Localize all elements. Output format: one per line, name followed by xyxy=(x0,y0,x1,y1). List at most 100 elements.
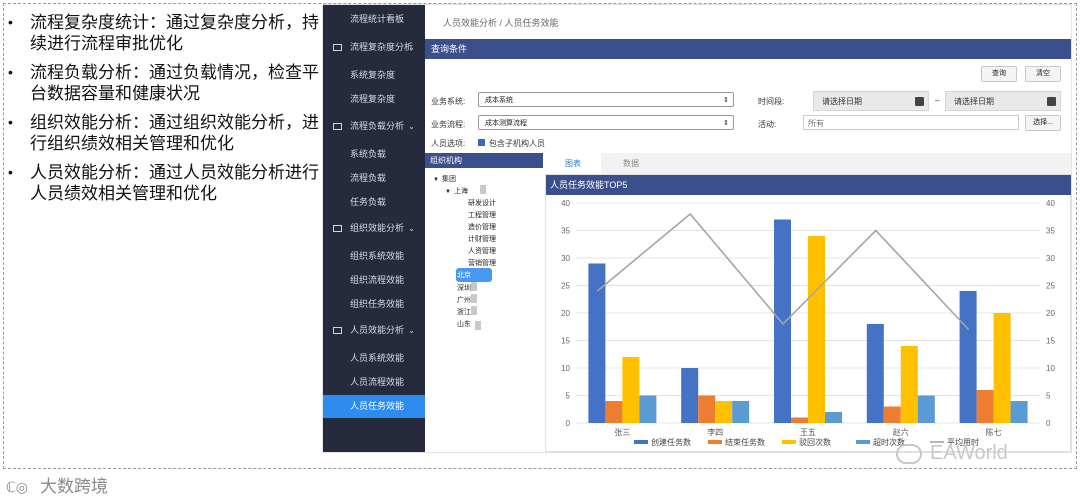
bar-创建任务数 xyxy=(959,291,977,423)
logo-icon: ℂ◎ xyxy=(6,479,28,495)
calendar-icon xyxy=(1047,97,1056,106)
include-sub-checkbox[interactable] xyxy=(478,139,485,146)
bullet-list: • 流程复杂度统计：通过复杂度分析，持续进行流程审批优化 • 流程负载分析：通过负载… xyxy=(8,12,326,212)
menu-grid-icon xyxy=(333,44,342,52)
tree-node-branch[interactable]: 浙江 xyxy=(457,307,471,317)
chart-panel: 人员任务效能TOP5 0 0 5 5 10 10 15 15 20 20 25 25 30 30 35 35 4… xyxy=(545,174,1071,452)
date-separator: – xyxy=(935,96,940,105)
date-start-input[interactable]: 请选择日期 xyxy=(813,91,929,111)
caret-down-icon: ▼ xyxy=(433,177,439,183)
bar-驳回次数 xyxy=(715,401,733,423)
system-select[interactable]: 成本系统 ⇕ xyxy=(478,92,734,107)
sidebar-group-load[interactable]: 流程负载分析 ⌄ xyxy=(323,115,425,138)
bullet-item: • 流程复杂度统计：通过复杂度分析，持续进行流程审批优化 xyxy=(8,12,326,54)
system-label: 业务系统: xyxy=(431,97,466,106)
tree-node-dept[interactable]: 计财管理 xyxy=(468,234,496,244)
app-window: 流程统计看板 流程复杂度分析 ⌄ 系统复杂度 流程复杂度 流程负载分析 ⌄ 系统负载… xyxy=(323,5,1071,452)
y-tick-label: 10 xyxy=(561,364,570,373)
sidebar-item-dashboard[interactable]: 流程统计看板 xyxy=(323,8,425,31)
sidebar-group-complexity[interactable]: 流程复杂度分析 ⌄ xyxy=(323,36,425,59)
sidebar-item[interactable]: 系统负载 xyxy=(323,143,425,166)
y-tick-label: 35 xyxy=(561,227,570,236)
search-button[interactable]: 查询 xyxy=(981,66,1017,82)
time-label: 时间段: xyxy=(758,97,785,106)
sidebar-group-person[interactable]: 人员效能分析 ⌄ xyxy=(323,319,425,342)
query-header: 查询条件 xyxy=(425,39,1071,59)
activity-input[interactable]: 所有 xyxy=(803,115,1019,130)
sidebar-item[interactable]: 组织系统效能 xyxy=(323,245,425,268)
bullet-text: 流程复杂度统计：通过复杂度分析，持续进行流程审批优化 xyxy=(30,13,319,53)
person-option-label: 人员选项: xyxy=(431,139,466,148)
tree-node-dept[interactable]: 工程管理 xyxy=(468,210,496,220)
sidebar-item[interactable]: 流程复杂度 xyxy=(323,88,425,111)
sidebar-group-org[interactable]: 组织效能分析 ⌄ xyxy=(323,217,425,240)
bar-chart: 0 0 5 5 10 10 15 15 20 20 25 25 30 30 35 35 40 40 张三 李四 王五 赵六… xyxy=(561,199,1055,447)
flow-select[interactable]: 成本测算流程 ⇕ xyxy=(478,115,734,130)
sidebar: 流程统计看板 流程复杂度分析 ⌄ 系统复杂度 流程复杂度 流程负载分析 ⌄ 系统负载… xyxy=(323,5,425,452)
y-tick-label: 20 xyxy=(561,309,570,318)
blurred-text xyxy=(471,294,477,303)
sidebar-item[interactable]: 组织任务效能 xyxy=(323,293,425,316)
legend-label: 结束任务数 xyxy=(725,437,765,447)
tree-node-dept[interactable]: 造价管理 xyxy=(468,222,496,232)
view-tabs: 图表 数据 xyxy=(545,153,1071,176)
bullet-text: 人员效能分析：通过人员效能分析进行人员绩效相关管理和优化 xyxy=(30,163,319,203)
bar-结束任务数 xyxy=(976,390,994,423)
y-tick-label: 25 xyxy=(561,282,570,291)
tree-node-branch[interactable]: 深圳 xyxy=(457,283,471,293)
legend-swatch xyxy=(782,440,796,444)
tree-node-branch[interactable]: 山东 xyxy=(457,319,471,329)
x-tick-label: 张三 xyxy=(614,428,630,437)
tree-node-selected[interactable]: 北京 xyxy=(457,270,471,280)
tree-node-dept[interactable]: 研发设计 xyxy=(468,198,496,208)
bullet-item: • 组织效能分析：通过组织效能分析，进行组织绩效相关管理和优化 xyxy=(8,112,326,154)
y-tick-label-right: 25 xyxy=(1046,282,1055,291)
bullet-item: • 流程负载分析：通过负载情况，检查平台数据容量和健康状况 xyxy=(8,62,326,104)
flow-label: 业务流程: xyxy=(431,120,466,129)
bar-结束任务数 xyxy=(698,395,716,423)
bar-结束任务数 xyxy=(883,406,901,423)
y-tick-label-right: 0 xyxy=(1046,419,1051,428)
bar-创建任务数 xyxy=(681,368,699,423)
sidebar-item-active[interactable]: 人员任务效能 xyxy=(323,395,425,418)
tree-node-root[interactable]: ▼ 集团 xyxy=(433,174,456,184)
bar-驳回次数 xyxy=(622,357,640,423)
sidebar-item[interactable]: 系统复杂度 xyxy=(323,64,425,87)
tree-node-branch[interactable]: 广州 xyxy=(457,295,471,305)
date-end-input[interactable]: 请选择日期 xyxy=(945,91,1061,111)
bullet-item: • 人员效能分析：通过人员效能分析进行人员绩效相关管理和优化 xyxy=(8,162,326,204)
bar-超时次数 xyxy=(825,412,842,423)
blurred-text xyxy=(471,306,477,315)
tree-header: 组织机构 xyxy=(425,153,543,168)
tree-node-dept[interactable]: 人资管理 xyxy=(468,246,496,256)
sidebar-item[interactable]: 任务负载 xyxy=(323,191,425,214)
bar-超时次数 xyxy=(639,395,657,423)
breadcrumb: 人员效能分析 / 人员任务效能 xyxy=(443,18,559,28)
tree-node-dept[interactable]: 营销管理 xyxy=(468,258,496,268)
footer-logo: ℂ◎ 大数跨境 xyxy=(6,477,108,496)
select-activity-button[interactable]: 选择... xyxy=(1025,115,1061,131)
caret-down-icon: ▼ xyxy=(445,189,451,195)
tab-data[interactable]: 数据 xyxy=(601,153,661,174)
bullet-text: 流程负载分析：通过负载情况，检查平台数据容量和健康状况 xyxy=(30,63,319,103)
blurred-text xyxy=(471,282,477,291)
include-sub-label: 包含子机构人员 xyxy=(489,139,545,148)
x-tick-label: 李四 xyxy=(707,427,723,437)
legend-label: 驳回次数 xyxy=(799,437,831,447)
sidebar-item[interactable]: 组织流程效能 xyxy=(323,269,425,292)
clear-button[interactable]: 清空 xyxy=(1025,66,1061,82)
legend-swatch xyxy=(634,440,648,444)
menu-grid-icon xyxy=(333,225,342,233)
blurred-text xyxy=(475,321,481,330)
sidebar-item[interactable]: 人员系统效能 xyxy=(323,347,425,370)
select-arrow-icon: ⇕ xyxy=(723,97,729,104)
legend-swatch xyxy=(856,440,870,444)
chevron-down-icon: ⌄ xyxy=(408,43,415,52)
bar-结束任务数 xyxy=(605,401,623,423)
chevron-down-icon: ⌄ xyxy=(408,224,415,233)
y-tick-label-right: 40 xyxy=(1046,199,1055,208)
sidebar-item[interactable]: 流程负载 xyxy=(323,167,425,190)
tab-chart[interactable]: 图表 xyxy=(545,153,601,176)
tree-node-shanghai[interactable]: ▼ 上海 xyxy=(445,186,468,196)
sidebar-item[interactable]: 人员流程效能 xyxy=(323,371,425,394)
